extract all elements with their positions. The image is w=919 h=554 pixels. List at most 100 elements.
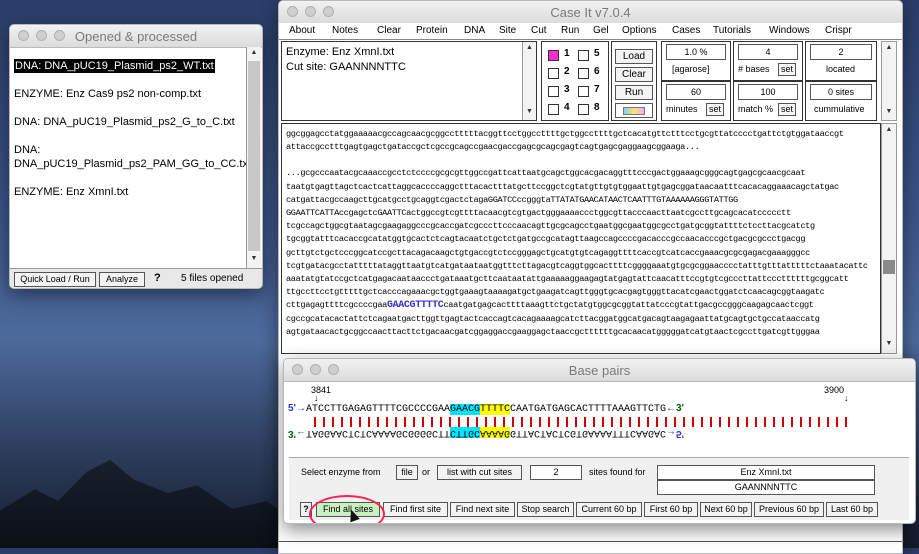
sequence-line: ggcggagcctatggaaaaacgccagcaacgcggccttttt… xyxy=(286,129,844,139)
top-panel-scrollbar[interactable]: ▲ ▼ xyxy=(881,41,897,121)
clear-button[interactable]: Clear xyxy=(615,67,653,82)
first-60bp-button[interactable]: First 60 bp xyxy=(644,502,698,517)
scroll-thumb[interactable] xyxy=(883,260,895,274)
scroll-up-icon[interactable]: ▲ xyxy=(247,49,261,56)
find-next-site-button[interactable]: Find next site xyxy=(450,502,515,517)
sequence-text: ggcggagcctatggaaaaacgccagcaacgcggccttttt… xyxy=(286,128,876,339)
top-seq-post: CAATGATGAGCACTTTTAAAGTTCTG xyxy=(510,404,667,415)
scroll-down-icon[interactable]: ▼ xyxy=(247,255,261,262)
bases-set-button[interactable]: set xyxy=(778,63,797,76)
bases-value[interactable]: 4 xyxy=(738,44,798,60)
menu-crispr[interactable]: Crispr xyxy=(825,25,852,36)
list-item[interactable]: DNA_pUC19_Plasmid_ps2_PAM_GG_to_CC.txt xyxy=(14,157,251,171)
menu-tutorials[interactable]: Tutorials xyxy=(713,25,751,36)
bottom-seq-post: GTTACTACTCGTGAAAATTTCAAGAC xyxy=(510,427,667,438)
previous-60bp-button[interactable]: Previous 60 bp xyxy=(754,502,824,517)
info-scrollbar[interactable]: ▲ ▼ xyxy=(522,42,536,120)
cutsite-line: Cut site: GAANNNNTTC xyxy=(286,61,406,73)
match-value[interactable]: 100 xyxy=(738,84,798,100)
lane-1-label: 1 xyxy=(564,48,570,59)
sequence-line: attaccgcctttgagtgagctgataccgctcgccgcagcc… xyxy=(286,142,700,153)
top-seq-cyan: GAACG xyxy=(449,404,480,415)
five-prime-label: 5'→ xyxy=(288,403,306,414)
menu-cases[interactable]: Cases xyxy=(672,25,700,36)
list-item[interactable]: DNA: xyxy=(14,143,246,157)
last-60bp-button[interactable]: Last 60 bp xyxy=(826,502,878,517)
enzyme-info-panel: Enzyme: Enz XmnI.txt Cut site: GAANNNNTT… xyxy=(281,41,537,121)
list-with-cut-sites-button[interactable]: list with cut sites xyxy=(437,465,522,480)
match-label: match % xyxy=(738,104,774,114)
help-icon[interactable]: ? xyxy=(154,272,161,284)
sequence-line: tcgccagctggcgtaatagcgaagaggcccgcaccgatcg… xyxy=(286,221,815,232)
scroll-up-icon[interactable]: ▲ xyxy=(523,44,536,51)
agarose-label: [agarose] xyxy=(672,64,710,74)
title-bar[interactable]: Opened & processed xyxy=(10,25,262,48)
run-button[interactable]: Run xyxy=(615,85,653,100)
analyze-button[interactable]: Analyze xyxy=(99,272,145,287)
lane-7-checkbox[interactable] xyxy=(578,86,589,97)
file-button[interactable]: file xyxy=(396,465,418,480)
top-strand: 5'→ATCCTTGAGAGTTTTCGCCCCGAAGAACGTTTTCCAA… xyxy=(288,403,684,415)
window-title: Base pairs xyxy=(568,363,631,378)
scroll-down-icon[interactable]: ▼ xyxy=(882,108,896,115)
menu-options[interactable]: Options xyxy=(622,25,656,36)
scroll-thumb[interactable] xyxy=(248,61,260,251)
next-60bp-button[interactable]: Next 60 bp xyxy=(700,502,752,517)
scroll-down-icon[interactable]: ▼ xyxy=(523,108,536,115)
list-item[interactable]: ENZYME: Enz XmnI.txt xyxy=(14,185,246,199)
scroll-up-icon[interactable]: ▲ xyxy=(882,44,896,51)
match-panel: 100 match % set xyxy=(733,81,803,121)
menu-cut[interactable]: Cut xyxy=(531,25,547,36)
scroll-down-icon[interactable]: ▼ xyxy=(882,340,896,347)
sequence-line: ...gcgcccaatacgcaaaccgcctctccccgcgcgttgg… xyxy=(286,168,806,179)
lane-2-checkbox[interactable] xyxy=(548,68,559,79)
list-scrollbar[interactable]: ▲ ▼ xyxy=(246,47,261,268)
menu-protein[interactable]: Protein xyxy=(416,25,448,36)
find-first-site-button[interactable]: Find first site xyxy=(383,502,448,517)
lane-3-checkbox[interactable] xyxy=(548,86,559,97)
lane-1-checkbox[interactable] xyxy=(548,50,559,61)
three-prime-label: ←3' xyxy=(666,403,684,414)
list-item[interactable]: ENZYME: Enz Cas9 ps2 non-comp.txt xyxy=(14,87,246,101)
match-set-button[interactable]: set xyxy=(778,103,797,116)
sequence-scrollbar[interactable]: ▲ ▼ xyxy=(881,123,897,354)
gel-preview-icon[interactable] xyxy=(615,103,653,118)
bottom-seq-pre: TAGGAACTCTCAAAAGCGGGGCTT xyxy=(305,427,450,438)
lane-5-checkbox[interactable] xyxy=(578,50,589,61)
lane-4-checkbox[interactable] xyxy=(548,104,559,115)
scroll-up-icon[interactable]: ▲ xyxy=(882,126,896,133)
stop-search-button[interactable]: Stop search xyxy=(517,502,574,517)
sequence-line: cgccgcatacactattctcagaatgacttggttgagtact… xyxy=(286,313,820,324)
sites-count-field: 2 xyxy=(530,465,582,480)
sites-found-label: sites found for xyxy=(589,467,646,477)
title-bar[interactable]: Case It v7.0.4 xyxy=(279,1,902,24)
lane-2-label: 2 xyxy=(564,66,570,77)
menu-clear[interactable]: Clear xyxy=(377,25,401,36)
select-enzyme-label: Select enzyme from xyxy=(301,467,381,477)
lane-6-checkbox[interactable] xyxy=(578,68,589,79)
three-prime-label-bottom: 3'← xyxy=(288,428,306,439)
menu-run[interactable]: Run xyxy=(561,25,579,36)
minutes-set-button[interactable]: set xyxy=(706,103,725,116)
menu-dna[interactable]: DNA xyxy=(464,25,485,36)
list-item[interactable]: DNA: DNA_pUC19_Plasmid_ps2_G_to_C.txt xyxy=(14,115,246,129)
lane-8-checkbox[interactable] xyxy=(578,104,589,115)
title-bar[interactable]: Base pairs xyxy=(284,359,915,382)
file-list: DNA: DNA_pUC19_Plasmid_ps2_WT.txt ENZYME… xyxy=(14,59,251,199)
agarose-value[interactable]: 1.0 % xyxy=(666,44,726,60)
menu-site[interactable]: Site xyxy=(499,25,516,36)
menu-gel[interactable]: Gel xyxy=(593,25,609,36)
enzyme-line: Enzyme: Enz XmnI.txt xyxy=(286,46,395,58)
menu-about[interactable]: About xyxy=(289,25,315,36)
bases-panel: 4 # bases set xyxy=(733,41,803,81)
menu-windows[interactable]: Windows xyxy=(769,25,810,36)
lane-8-label: 8 xyxy=(594,102,600,113)
menu-notes[interactable]: Notes xyxy=(332,25,358,36)
bases-label: # bases xyxy=(738,64,770,74)
minutes-value[interactable]: 60 xyxy=(666,84,726,100)
list-item-selected[interactable]: DNA: DNA_pUC19_Plasmid_ps2_WT.txt xyxy=(14,59,215,73)
current-60bp-button[interactable]: Current 60 bp xyxy=(576,502,642,517)
sequence-line: gcttgtctgctcccggcatccgcttacagacaagctgtga… xyxy=(286,247,810,258)
quick-load-run-button[interactable]: Quick Load / Run xyxy=(14,272,96,287)
load-button[interactable]: Load xyxy=(615,49,653,64)
